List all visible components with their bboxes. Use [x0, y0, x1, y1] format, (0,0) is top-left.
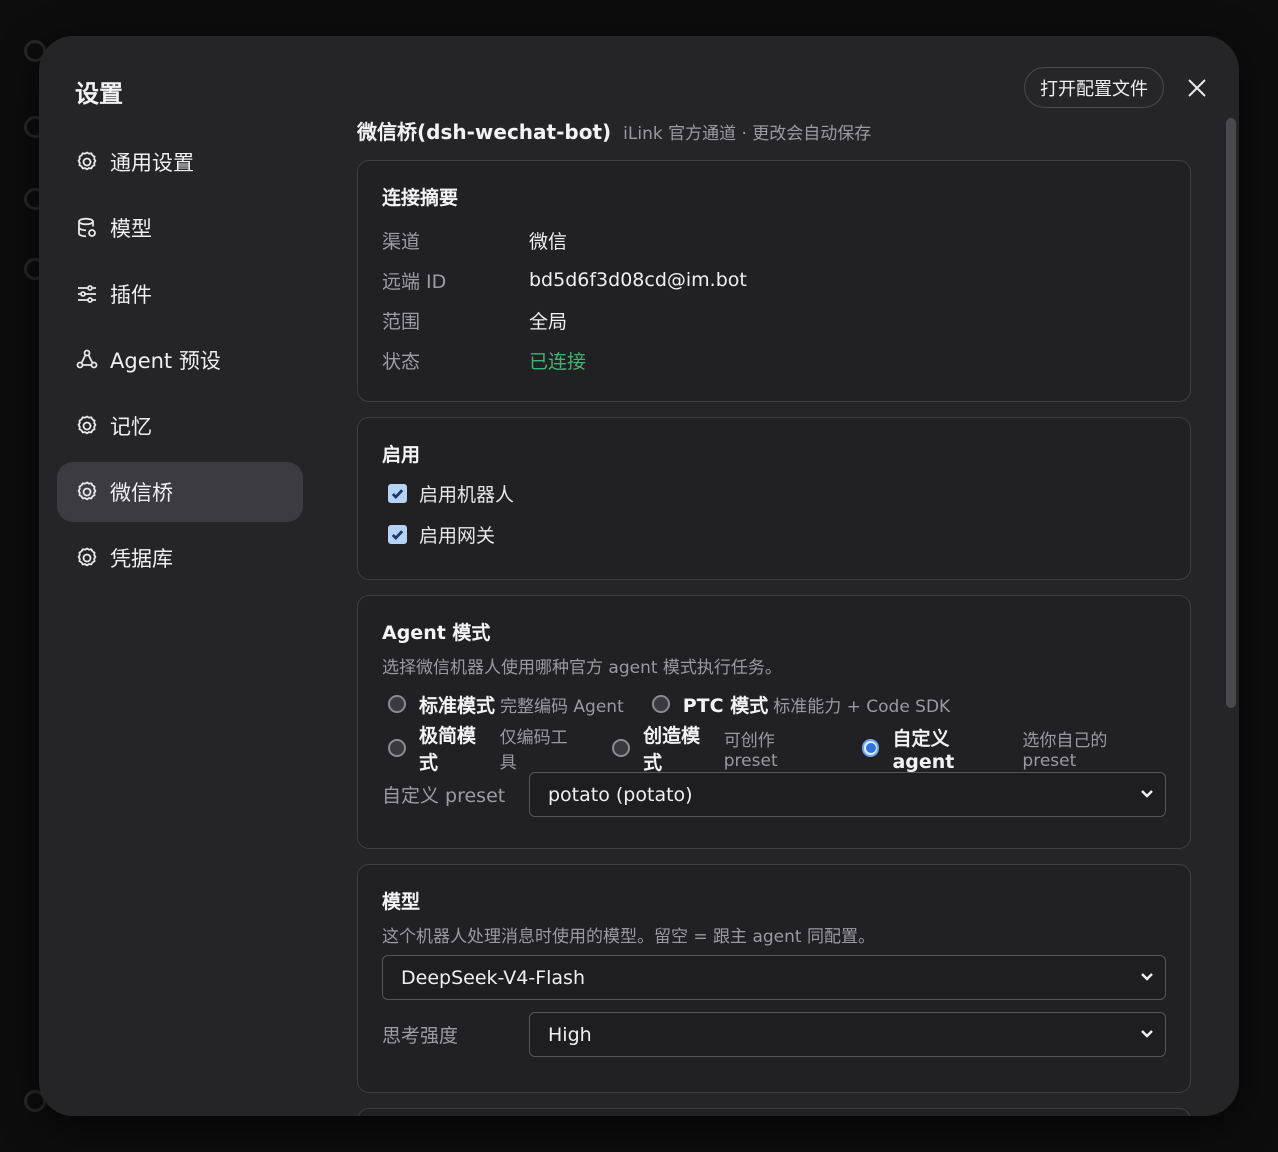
select-value: High: [548, 1023, 592, 1046]
open-config-button[interactable]: 打开配置文件: [1024, 67, 1164, 108]
radio-label: 标准模式: [419, 694, 496, 717]
radio-dot[interactable]: [612, 739, 631, 757]
radio-label: 极简模式: [418, 725, 476, 774]
agent-mode-card: Agent 模式 选择微信机器人使用哪种官方 agent 模式执行任务。 标准模…: [357, 595, 1191, 849]
kv-row-status: 状态 已连接: [382, 340, 1166, 380]
radio-label: PTC 模式: [682, 694, 769, 717]
sidebar-item-label: 记忆: [110, 415, 152, 439]
sidebar: 通用设置 模型 插件 Agent 预设 记忆 微信桥 凭据库: [57, 132, 303, 594]
sidebar-item-credentials[interactable]: 凭据库: [57, 528, 303, 588]
radio-desc: 仅编码工具: [499, 728, 568, 773]
radio-ptc-mode[interactable]: PTC 模式 标准能力 + Code SDK: [646, 691, 950, 718]
radio-desc: 完整编码 Agent: [500, 696, 624, 717]
kv-row-channel: 渠道 微信: [382, 220, 1166, 260]
sidebar-item-label: 通用设置: [110, 151, 194, 175]
enable-bot-checkbox[interactable]: [388, 484, 407, 503]
select-value: DeepSeek-V4-Flash: [401, 966, 585, 989]
settings-dialog: 设置 打开配置文件 通用设置 模型 插件 Agent 预设 记忆 微信桥 凭据库…: [39, 36, 1239, 1116]
model-select[interactable]: DeepSeek-V4-Flash: [382, 955, 1166, 1000]
radio-create-mode[interactable]: 创造模式 可创作 preset: [606, 721, 833, 775]
gear-icon: [74, 545, 100, 571]
kv-value: 全局: [529, 310, 568, 333]
enable-gateway-label: 启用网关: [419, 525, 496, 547]
radio-standard-mode[interactable]: 标准模式 完整编码 Agent: [382, 691, 624, 718]
card-title: 连接摘要: [382, 187, 459, 209]
radio-desc: 选你自己的 preset: [1022, 730, 1108, 771]
agent-icon: [74, 347, 100, 373]
radio-desc: 可创作 preset: [723, 730, 778, 771]
gear-icon: [74, 479, 100, 505]
gear-icon: [74, 149, 100, 175]
sidebar-item-plugins[interactable]: 插件: [57, 264, 303, 324]
status-badge: 已连接: [529, 350, 587, 373]
custom-preset-label: 自定义 preset: [382, 785, 506, 807]
custom-preset-row: 自定义 preset potato (potato): [382, 772, 1166, 817]
enable-bot-label: 启用机器人: [419, 484, 515, 506]
sidebar-item-general[interactable]: 通用设置: [57, 132, 303, 192]
page-title: 微信桥(dsh-wechat-bot): [357, 120, 612, 144]
chevron-down-icon: [1139, 1024, 1155, 1046]
radio-group-row-2: 极简模式 仅编码工具 创造模式 可创作 preset 自定义 agent 选你自…: [382, 724, 1167, 774]
sidebar-item-label: Agent 预设: [110, 349, 221, 373]
dialog-title: 设置: [75, 80, 123, 108]
page-header: 微信桥(dsh-wechat-bot) iLink 官方通道 · 更改会自动保存: [357, 116, 1191, 150]
radio-label: 自定义 agent: [892, 727, 955, 773]
sidebar-item-models[interactable]: 模型: [57, 198, 303, 258]
database-icon: [74, 215, 100, 241]
kv-row-remote-id: 远端 ID bd5d6f3d08cd@im.bot: [382, 260, 1166, 300]
enable-bot-row[interactable]: 启用机器人: [382, 473, 1166, 514]
sidebar-item-label: 模型: [110, 217, 152, 241]
radio-custom-agent[interactable]: 自定义 agent 选你自己的 preset: [856, 724, 1167, 773]
card-title: 模型: [382, 891, 421, 913]
custom-preset-select[interactable]: potato (potato): [529, 772, 1166, 817]
agent-mode-desc: 选择微信机器人使用哪种官方 agent 模式执行任务。: [382, 658, 782, 678]
thinking-label: 思考强度: [382, 1025, 459, 1047]
gear-icon: [74, 413, 100, 439]
radio-dot[interactable]: [388, 739, 406, 757]
kv-value: bd5d6f3d08cd@im.bot: [529, 269, 747, 291]
thinking-row: 思考强度 High: [382, 1012, 1166, 1057]
close-icon[interactable]: [1185, 76, 1209, 100]
connection-summary-card: 连接摘要 渠道 微信 远端 ID bd5d6f3d08cd@im.bot 范围 …: [357, 160, 1191, 402]
kv-key: 渠道: [382, 230, 421, 253]
radio-minimal-mode[interactable]: 极简模式 仅编码工具: [382, 721, 584, 775]
enable-gateway-checkbox[interactable]: [388, 525, 407, 544]
kv-key: 远端 ID: [382, 270, 447, 293]
main-panel: 微信桥(dsh-wechat-bot) iLink 官方通道 · 更改会自动保存…: [357, 116, 1191, 1116]
card-title: Agent 模式: [382, 622, 491, 644]
page-subtitle: iLink 官方通道 · 更改会自动保存: [623, 124, 872, 144]
sidebar-item-label: 插件: [110, 283, 152, 307]
radio-group-row-1: 标准模式 完整编码 Agent PTC 模式 标准能力 + Code SDK: [382, 682, 1166, 726]
kv-key: 范围: [382, 310, 421, 333]
sliders-icon: [74, 281, 100, 307]
sidebar-item-label: 凭据库: [110, 547, 173, 571]
enable-gateway-row[interactable]: 启用网关: [382, 514, 1166, 555]
sidebar-item-wechat-bridge[interactable]: 微信桥: [57, 462, 303, 522]
model-desc: 这个机器人处理消息时使用的模型。留空 = 跟主 agent 同配置。: [382, 927, 875, 947]
radio-desc: 标准能力 + Code SDK: [773, 696, 951, 717]
kv-value: 微信: [529, 230, 568, 253]
sidebar-item-memory[interactable]: 记忆: [57, 396, 303, 456]
next-card: [357, 1108, 1191, 1116]
chevron-down-icon: [1139, 784, 1155, 806]
select-value: potato (potato): [548, 783, 693, 806]
radio-dot[interactable]: [388, 695, 406, 713]
thinking-select[interactable]: High: [529, 1012, 1166, 1057]
radio-label: 创造模式: [643, 725, 701, 774]
sidebar-item-label: 微信桥: [110, 481, 173, 505]
chevron-down-icon: [1139, 967, 1155, 989]
radio-dot[interactable]: [651, 695, 670, 713]
model-card: 模型 这个机器人处理消息时使用的模型。留空 = 跟主 agent 同配置。 De…: [357, 864, 1191, 1093]
scrollbar[interactable]: [1226, 118, 1236, 708]
kv-key: 状态: [382, 350, 421, 373]
radio-dot-selected[interactable]: [861, 739, 880, 757]
kv-row-scope: 范围 全局: [382, 300, 1166, 340]
card-title: 启用: [382, 444, 421, 466]
sidebar-item-agent-presets[interactable]: Agent 预设: [57, 330, 303, 390]
enable-card: 启用 启用机器人 启用网关: [357, 417, 1191, 580]
